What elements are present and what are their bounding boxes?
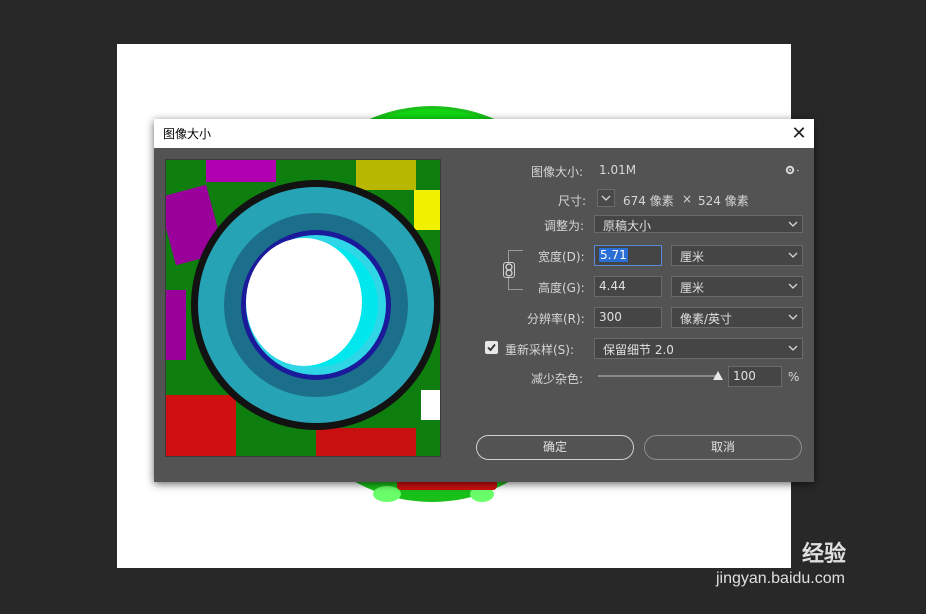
width-label: 宽度(D): <box>538 250 585 264</box>
watermark-product: 经验 <box>802 541 847 566</box>
resample-label: 重新采样(S): <box>505 343 575 357</box>
fit-to-dropdown[interactable]: 原稿大小 <box>594 215 803 233</box>
dialog-titlebar[interactable]: 图像大小 ✕ <box>154 119 814 148</box>
resolution-input[interactable]: 300 <box>594 307 662 328</box>
chevron-down-icon <box>788 283 798 289</box>
chevron-down-icon <box>788 314 798 320</box>
chevron-down-icon <box>788 221 798 227</box>
width-value: 5.71 <box>599 248 628 262</box>
noise-reduction-slider-thumb[interactable] <box>713 371 723 380</box>
width-input[interactable]: 5.71 <box>594 245 662 266</box>
resolution-label: 分辨率(R): <box>527 312 585 326</box>
resample-method-dropdown[interactable]: 保留细节 2.0 <box>594 338 803 359</box>
resample-method-value: 保留细节 2.0 <box>603 343 674 357</box>
watermark-url: jingyan.baidu.com <box>716 570 845 587</box>
cancel-button-label: 取消 <box>710 440 735 454</box>
height-unit-dropdown[interactable]: 厘米 <box>671 276 803 297</box>
resample-checkbox[interactable] <box>485 341 498 354</box>
chevron-down-icon <box>788 345 798 351</box>
fit-to-value: 原稿大小 <box>603 219 652 233</box>
dimensions-height: 524 像素 <box>698 194 749 208</box>
width-unit-dropdown[interactable]: 厘米 <box>671 245 803 266</box>
dimensions-times: × <box>682 192 693 206</box>
noise-reduction-value: 100 <box>733 369 756 383</box>
noise-reduction-label: 减少杂色: <box>531 372 584 386</box>
width-unit-value: 厘米 <box>680 250 705 264</box>
resolution-value: 300 <box>599 310 622 324</box>
image-size-dialog: 图像大小 ✕ 图像大小: 1.01M 尺寸: 674 像素 × 524 像素 调… <box>154 119 814 482</box>
dimensions-label: 尺寸: <box>558 194 587 208</box>
resolution-unit-dropdown[interactable]: 像素/英寸 <box>671 307 803 328</box>
watermark-brand: Baidu <box>706 532 785 565</box>
height-label: 高度(G): <box>538 281 585 295</box>
noise-reduction-unit: % <box>788 370 800 384</box>
cancel-button[interactable]: 取消 <box>644 435 802 460</box>
chevron-down-icon <box>788 252 798 258</box>
ok-button-label: 确定 <box>542 440 567 454</box>
baidu-watermark: Baidu 经验 jingyan.baidu.com <box>706 514 886 594</box>
dimensions-unit-toggle[interactable] <box>597 189 615 207</box>
chevron-down-icon <box>601 195 611 201</box>
constrain-proportions-toggle[interactable] <box>503 262 515 278</box>
image-size-label: 图像大小: <box>531 165 584 179</box>
settings-gear-button[interactable] <box>785 164 801 178</box>
dimensions-width: 674 像素 <box>623 194 674 208</box>
link-chain-icon <box>505 263 513 277</box>
image-size-value: 1.01M <box>599 163 637 177</box>
height-value: 4.44 <box>599 279 626 293</box>
resolution-unit-value: 像素/英寸 <box>680 312 733 326</box>
height-input[interactable]: 4.44 <box>594 276 662 297</box>
fit-to-label: 调整为: <box>544 219 585 233</box>
close-button[interactable]: ✕ <box>784 119 814 148</box>
ok-button[interactable]: 确定 <box>476 435 634 460</box>
height-unit-value: 厘米 <box>680 281 705 295</box>
preview-artwork <box>166 160 440 456</box>
dialog-title: 图像大小 <box>163 127 212 141</box>
close-icon: ✕ <box>791 123 807 144</box>
noise-reduction-slider-track[interactable] <box>598 375 718 377</box>
gear-icon <box>785 165 799 175</box>
image-preview[interactable] <box>165 159 441 457</box>
checkbox-check-icon <box>487 343 496 352</box>
noise-reduction-input[interactable]: 100 <box>728 366 782 387</box>
